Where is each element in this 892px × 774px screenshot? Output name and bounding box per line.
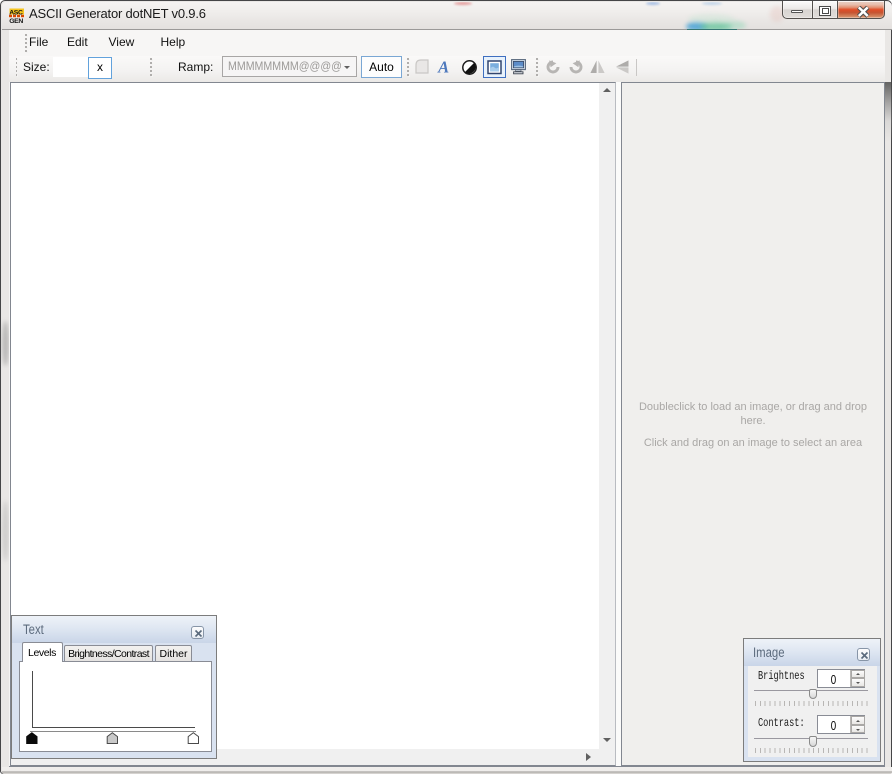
svg-text:A: A — [437, 59, 449, 76]
svg-text:GEN: GEN — [9, 18, 23, 24]
svg-text:ASC: ASC — [9, 9, 23, 16]
